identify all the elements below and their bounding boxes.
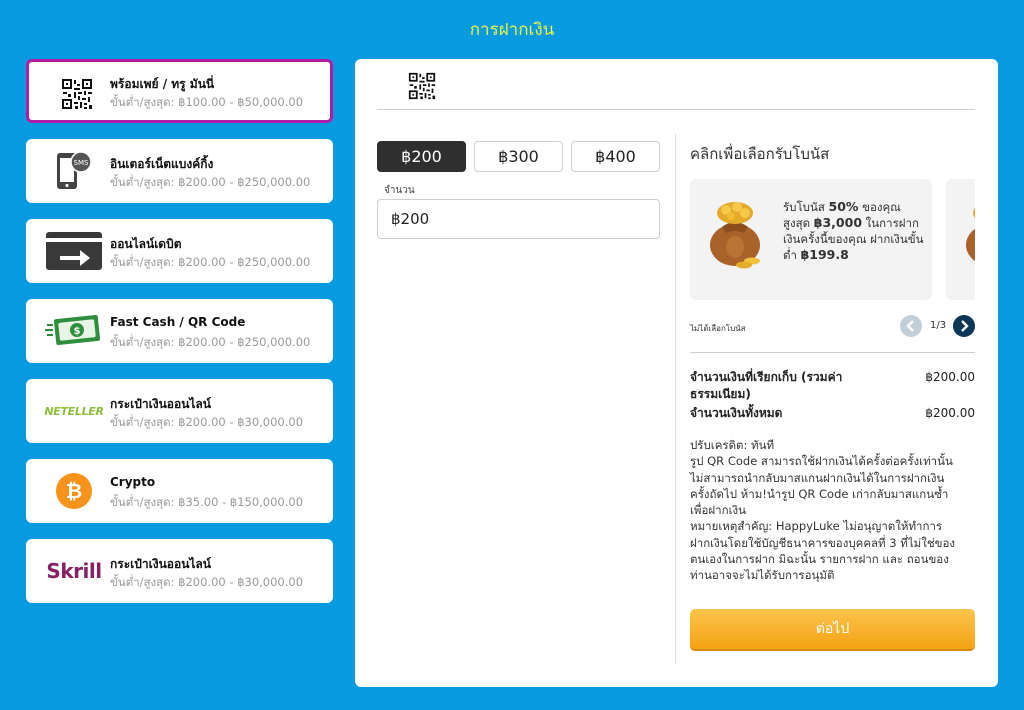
- tab-qr-code[interactable]: [408, 72, 436, 104]
- tab-divider: [377, 109, 975, 110]
- method-name: กระเป๋าเงินออนไลน์: [110, 397, 211, 411]
- method-name: กระเป๋าเงินออนไลน์: [110, 557, 211, 571]
- note-line: ท่านอาจจะไม่ได้รับการอนุมัติ: [690, 568, 835, 583]
- method-range: ขั้นต่ำ/สูงสุด: ฿35.00 - ฿150,000.00: [110, 495, 304, 509]
- method-internet-banking[interactable]: SMS อินเตอร์เน็ตแบงค์กิ้ง ขั้นต่ำ/สูงสุด…: [26, 139, 333, 203]
- no-bonus-label[interactable]: ไม่ได้เลือกโบนัส: [690, 322, 746, 335]
- continue-button[interactable]: ต่อไป: [690, 609, 975, 649]
- carousel-next-button[interactable]: [953, 315, 975, 337]
- charged-amount-value: ฿200.00: [925, 370, 975, 384]
- carousel-prev-button[interactable]: [900, 315, 922, 337]
- note-line: ฝากเงินโดยใช้บัญชีธนาคารของบุคคลที่ 3 ที…: [690, 535, 956, 550]
- neteller-logo: NETELLER: [44, 404, 104, 418]
- svg-text:SMS: SMS: [74, 159, 89, 167]
- bonus-carousel: รับโบนัส 50% ของคุณ สูงสุด ฿3,000 ในการฝ…: [690, 179, 975, 301]
- deposit-method-list: พร้อมเพย์ / ทรู มันนี่ ขั้นต่ำ/สูงสุด: ฿…: [26, 59, 333, 619]
- deposit-panel: ฿200 ฿300 ฿400 จำนวน คลิกเพื่อเลือกรับโบ…: [355, 59, 998, 687]
- money-bag-icon: [960, 197, 975, 273]
- method-crypto[interactable]: ₿ Crypto ขั้นต่ำ/สูงสุด: ฿35.00 - ฿150,0…: [26, 459, 333, 523]
- carousel-page-indicator: 1/3: [930, 320, 947, 331]
- method-name: ออนไลน์เดบิต: [110, 237, 182, 251]
- note-line: ครั้งถัดไป ห้าม!นำรูป QR Code เก่ากลับมา…: [690, 486, 949, 501]
- method-skrill[interactable]: Skrill กระเป๋าเงินออนไลน์ ขั้นต่ำ/สูงสุด…: [26, 539, 333, 603]
- note-line: หมายเหตุสำคัญ: HappyLuke ไม่อนุญาตให้ทำก…: [690, 519, 943, 534]
- qr-code-icon: [408, 72, 436, 100]
- summary-divider: [690, 352, 975, 353]
- bonus-card[interactable]: รับโบนัส 50% ของคุณ สูงสุด ฿3,000 ในการฝ…: [690, 179, 932, 300]
- method-online-debit[interactable]: ออนไลน์เดบิต ขั้นต่ำ/สูงสุด: ฿200.00 - ฿…: [26, 219, 333, 283]
- amount-input[interactable]: [377, 199, 660, 239]
- method-range: ขั้นต่ำ/สูงสุด: ฿100.00 - ฿50,000.00: [110, 95, 304, 109]
- method-range: ขั้นต่ำ/สูงสุด: ฿200.00 - ฿30,000.00: [110, 575, 304, 589]
- note-line: รูป QR Code สามารถใช้ฝากเงินได้ครั้งต่อค…: [690, 454, 953, 469]
- method-name: อินเตอร์เน็ตแบงค์กิ้ง: [110, 157, 214, 171]
- method-range: ขั้นต่ำ/สูงสุด: ฿200.00 - ฿250,000.00: [110, 335, 311, 349]
- note-line: ปรับเครดิต: ทันที: [690, 438, 775, 452]
- amount-label: จำนวน: [384, 185, 415, 196]
- method-range: ขั้นต่ำ/สูงสุด: ฿200.00 - ฿250,000.00: [110, 175, 311, 189]
- bonus-card-next[interactable]: [946, 179, 975, 300]
- qr-code-icon: [37, 70, 117, 118]
- method-range: ขั้นต่ำ/สูงสุด: ฿200.00 - ฿30,000.00: [110, 415, 304, 429]
- note-line: เพื่อฝากเงิน: [690, 503, 746, 518]
- cash-icon: $: [34, 307, 114, 355]
- total-amount-value: ฿200.00: [925, 406, 975, 420]
- method-promptpay[interactable]: พร้อมเพย์ / ทรู มันนี่ ขั้นต่ำ/สูงสุด: ฿…: [26, 59, 333, 123]
- charged-amount-label: จำนวนเงินที่เรียกเก็บ (รวมค่าธรรมเนียม): [690, 370, 843, 401]
- amount-preset-300[interactable]: ฿300: [474, 141, 563, 172]
- sms-phone-icon: SMS: [34, 147, 114, 195]
- bitcoin-icon: ₿: [34, 467, 114, 515]
- chevron-left-icon: [906, 320, 914, 332]
- money-bag-icon: [704, 197, 766, 273]
- note-line: ตนเองในการฝาก มิฉะนั้น รายการฝาก และ ถอน…: [690, 552, 949, 567]
- deposit-notes: ปรับเครดิต: ทันที รูป QR Code สามารถใช้ฝ…: [690, 437, 980, 584]
- page-title: การฝากเงิน: [469, 20, 555, 40]
- method-range: ขั้นต่ำ/สูงสุด: ฿200.00 - ฿250,000.00: [110, 255, 311, 269]
- card-arrow-icon: [34, 227, 114, 275]
- column-divider: [675, 134, 676, 664]
- skrill-logo: Skrill: [46, 559, 102, 583]
- chevron-right-icon: [961, 320, 969, 332]
- total-amount-label: จำนวนเงินทั้งหมด: [690, 406, 783, 420]
- method-name: Crypto: [110, 475, 156, 489]
- method-name: Fast Cash / QR Code: [110, 315, 246, 329]
- bonus-heading: คลิกเพื่อเลือกรับโบนัส: [690, 145, 830, 163]
- bonus-description: รับโบนัส 50% ของคุณ สูงสุด ฿3,000 ในการฝ…: [783, 199, 924, 262]
- amount-preset-400[interactable]: ฿400: [571, 141, 660, 172]
- note-line: ไม่สามารถนำกลับมาสแกนฝากเงินได้ในการฝากเ…: [690, 470, 945, 485]
- svg-text:$: $: [74, 326, 81, 337]
- method-neteller[interactable]: NETELLER กระเป๋าเงินออนไลน์ ขั้นต่ำ/สูงส…: [26, 379, 333, 443]
- method-fast-cash[interactable]: $ Fast Cash / QR Code ขั้นต่ำ/สูงสุด: ฿2…: [26, 299, 333, 363]
- method-name: พร้อมเพย์ / ทรู มันนี่: [110, 77, 215, 91]
- amount-preset-200[interactable]: ฿200: [377, 141, 466, 172]
